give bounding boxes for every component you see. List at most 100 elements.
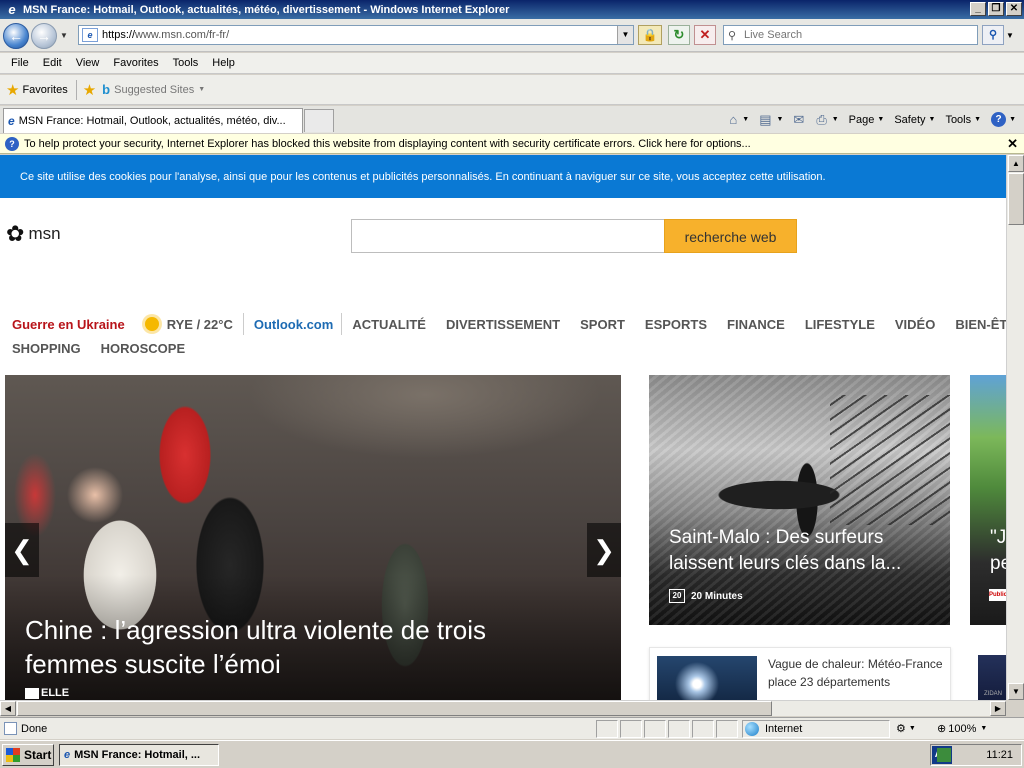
news-card-saint-malo[interactable]: Saint-Malo : Des surfeurs laissent leurs…: [649, 375, 950, 625]
help-button[interactable]: ? ▼: [987, 110, 1020, 130]
new-tab-button[interactable]: [304, 109, 334, 132]
zoom-level[interactable]: ⊕ 100% ▼: [937, 722, 987, 736]
safety-menu[interactable]: Safety ▼: [890, 110, 939, 130]
nav-sport[interactable]: SPORT: [580, 317, 625, 332]
search-icon: ⚲: [728, 29, 737, 42]
hero-carousel[interactable]: ❮ ❯ Chine : l’agression ultra violente d…: [5, 375, 621, 700]
source-logo: [25, 687, 39, 699]
cookie-banner: Ce site utilise des cookies pour l'analy…: [0, 155, 1006, 198]
rss-icon: ▤: [759, 111, 772, 127]
cookie-text: Ce site utilise des cookies pour l'analy…: [20, 171, 826, 183]
nav-horoscope[interactable]: HOROSCOPE: [101, 341, 186, 356]
page-icon: e: [82, 28, 98, 42]
mail-button[interactable]: ✉: [789, 110, 810, 130]
nav-shopping[interactable]: SHOPPING: [12, 341, 81, 356]
menu-help[interactable]: Help: [205, 54, 242, 73]
menu-file[interactable]: File: [4, 54, 36, 73]
vertical-scrollbar[interactable]: ▲ ▼: [1006, 155, 1024, 700]
security-lock-icon[interactable]: 🔒: [638, 25, 662, 45]
tools-menu[interactable]: Tools ▼: [941, 110, 985, 130]
nav-outlook[interactable]: Outlook.com: [254, 317, 333, 332]
menu-view[interactable]: View: [69, 54, 107, 73]
card-headline[interactable]: Vague de chaleur: Météo-France place 23 …: [768, 655, 948, 691]
nav-video[interactable]: VIDÉO: [895, 317, 935, 332]
nav-bien-etre[interactable]: BIEN-ÊTRE: [955, 317, 1006, 332]
nav-esports[interactable]: ESPORTS: [645, 317, 707, 332]
tab-row: e MSN France: Hotmail, Outlook, actualit…: [0, 106, 1024, 133]
back-button[interactable]: ←: [3, 23, 29, 49]
scroll-down-icon[interactable]: ▼: [1008, 683, 1024, 700]
refresh-button[interactable]: ↻: [668, 25, 690, 45]
search-options-dropdown[interactable]: ▼: [1006, 31, 1014, 40]
scroll-up-icon[interactable]: ▲: [1008, 155, 1024, 172]
hscroll-thumb[interactable]: [17, 701, 772, 716]
scroll-right-icon[interactable]: ▶: [990, 701, 1006, 716]
feeds-button[interactable]: ▤ ▼: [755, 110, 787, 130]
scroll-left-icon[interactable]: ◀: [0, 701, 16, 716]
favorites-button[interactable]: ★ Favorites: [2, 78, 72, 102]
add-favorite-icon[interactable]: ★: [83, 81, 96, 99]
start-button[interactable]: Start: [2, 744, 54, 766]
carousel-prev-button[interactable]: ❮: [5, 523, 39, 577]
nav-divertissement[interactable]: DIVERTISSEMENT: [446, 317, 560, 332]
card-headline[interactable]: Saint-Malo : Des surfeurs laissent leurs…: [669, 525, 939, 577]
globe-icon: [745, 722, 759, 736]
page-viewport: Ce site utilise des cookies pour l'analy…: [0, 155, 1006, 700]
search-box[interactable]: ⚲: [723, 25, 978, 45]
web-search-input[interactable]: [351, 219, 666, 253]
search-go-button[interactable]: ⚲: [982, 25, 1004, 45]
search-input[interactable]: [744, 29, 964, 41]
stop-button[interactable]: ✕: [694, 25, 716, 45]
info-shield-icon: ?: [5, 136, 19, 151]
nav-lifestyle[interactable]: LIFESTYLE: [805, 317, 875, 332]
minimize-button[interactable]: _: [970, 2, 986, 16]
page-menu[interactable]: Page ▼: [845, 110, 889, 130]
carousel-next-button[interactable]: ❯: [587, 523, 621, 577]
address-dropdown-icon[interactable]: ▼: [617, 26, 633, 44]
msn-logo[interactable]: ✿ msn: [6, 223, 61, 245]
divider: [341, 313, 343, 335]
hero-headline[interactable]: Chine : l’agression ultra violente de tr…: [25, 613, 565, 681]
web-search-button[interactable]: recherche web: [664, 219, 797, 253]
menu-tools[interactable]: Tools: [166, 54, 206, 73]
nav-finance[interactable]: FINANCE: [727, 317, 785, 332]
scroll-thumb[interactable]: [1008, 173, 1024, 225]
address-url[interactable]: https://www.msn.com/fr-fr/: [102, 29, 229, 41]
window-controls: _ ❐ ✕: [970, 2, 1022, 16]
close-button[interactable]: ✕: [1006, 2, 1022, 16]
command-bar: ⌂ ▼ ▤ ▼ ✉ ⎙ ▼ Page ▼ Safety ▼ Tools ▼ ? ▼: [725, 108, 1020, 131]
taskbar-item-ie[interactable]: e MSN France: Hotmail, ...: [59, 744, 219, 766]
forward-button[interactable]: →: [31, 23, 57, 49]
recent-pages-dropdown[interactable]: ▼: [60, 31, 68, 40]
nav-actualite[interactable]: ACTUALITÉ: [352, 317, 426, 332]
print-button[interactable]: ⎙ ▼: [812, 110, 842, 130]
home-button[interactable]: ⌂ ▼: [725, 110, 753, 130]
bing-icon: b: [102, 82, 111, 97]
protected-mode-icon[interactable]: ⚙ ▼: [896, 722, 916, 735]
hero-source: ELLE: [25, 687, 69, 699]
suggested-sites-label: Suggested Sites: [114, 83, 195, 96]
address-bar[interactable]: e https://www.msn.com/fr-fr/ ▼: [78, 25, 634, 45]
20-minutes-logo-icon: 20: [669, 589, 685, 603]
clock[interactable]: 11:21: [986, 749, 1013, 761]
infobar-message[interactable]: To help protect your security, Internet …: [24, 138, 751, 150]
information-bar[interactable]: ? To help protect your security, Interne…: [0, 134, 1024, 154]
security-zone[interactable]: Internet: [742, 720, 890, 738]
restore-button[interactable]: ❐: [988, 2, 1004, 16]
tab-msn[interactable]: e MSN France: Hotmail, Outlook, actualit…: [3, 108, 303, 133]
ie-logo-icon: e: [8, 1, 16, 17]
nav-weather[interactable]: RYE / 22°C: [144, 317, 233, 332]
msn-logo-text: msn: [28, 224, 61, 243]
menu-favorites[interactable]: Favorites: [106, 54, 165, 73]
suggested-sites-button[interactable]: b Suggested Sites ▼: [102, 82, 205, 97]
close-infobar-icon[interactable]: ✕: [1007, 136, 1018, 152]
page-status-icon: [4, 722, 17, 735]
horizontal-scrollbar[interactable]: ◀ ▶: [0, 700, 1006, 716]
nav-ukraine[interactable]: Guerre en Ukraine: [12, 317, 125, 332]
card-thumbnail: [657, 656, 757, 700]
news-card-partial-2[interactable]: ZIDAN: [978, 655, 1006, 700]
menu-edit[interactable]: Edit: [36, 54, 69, 73]
news-card-heatwave[interactable]: Vague de chaleur: Météo-France place 23 …: [649, 647, 951, 700]
network-icon[interactable]: [937, 748, 951, 762]
news-card-partial[interactable]: "J pe Public: [970, 375, 1006, 625]
